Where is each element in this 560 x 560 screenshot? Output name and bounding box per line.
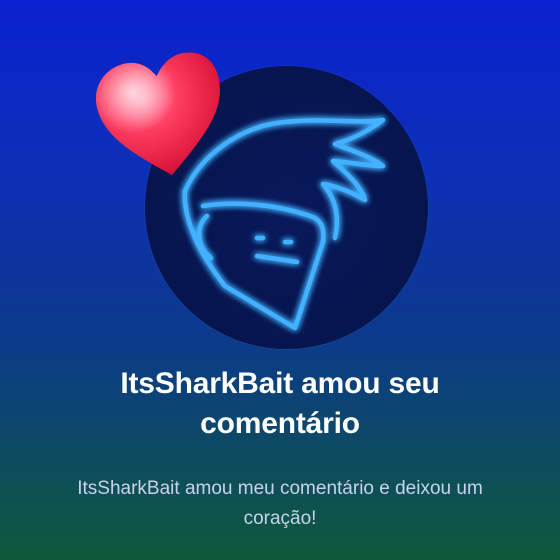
- heart-icon: [94, 52, 230, 184]
- notification-message: ItsSharkBait amou meu comentário e deixo…: [77, 478, 483, 529]
- notification-card: ItsSharkBait amou seu comentário ItsShar…: [0, 0, 560, 560]
- notification-title: ItsSharkBait amou seu comentário: [120, 367, 440, 440]
